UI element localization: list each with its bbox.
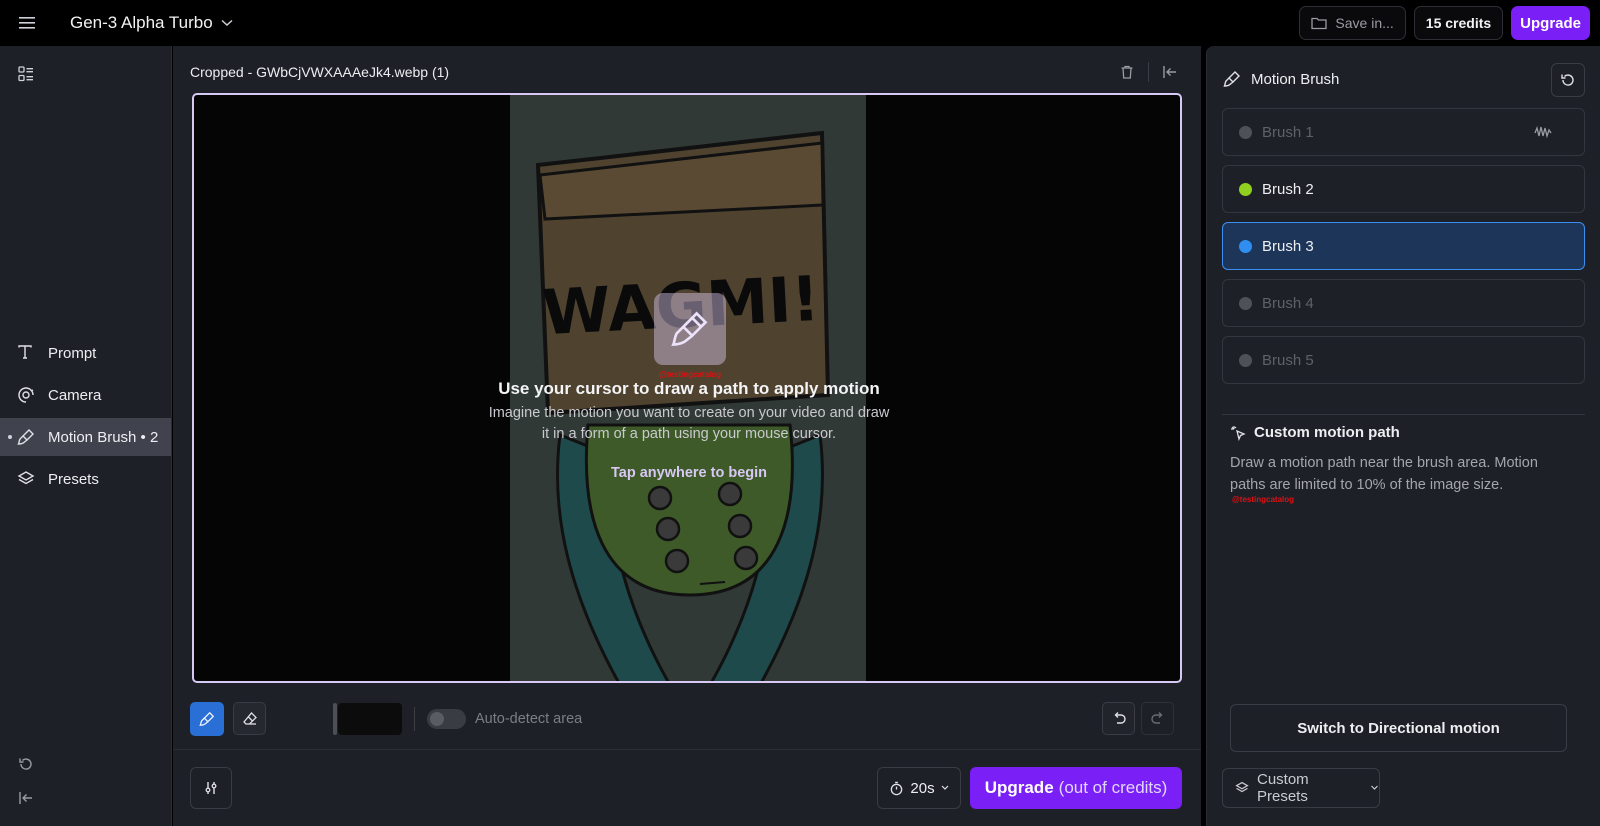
brush-label: Brush 1: [1262, 123, 1314, 141]
brush-color-dot: [1239, 240, 1252, 253]
active-indicator: [8, 435, 12, 439]
generate-upgrade-button[interactable]: Upgrade (out of credits): [970, 767, 1182, 809]
brush-label: Brush 3: [1262, 237, 1314, 255]
custom-motion-header: Custom motion path: [1230, 424, 1400, 441]
redo-icon: [1150, 711, 1166, 727]
file-title: Cropped - GWbCjVWXAAAeJk4.webp (1): [190, 64, 450, 80]
undo-icon: [1111, 711, 1127, 727]
undo-button[interactable]: [1102, 702, 1135, 735]
auto-detect-label: Auto-detect area: [475, 711, 583, 727]
credits-button[interactable]: 15 credits: [1413, 6, 1504, 40]
model-selector[interactable]: Gen-3 Alpha Turbo: [70, 12, 233, 34]
brush-label: Brush 5: [1262, 351, 1314, 369]
timer-icon: [889, 781, 904, 796]
history-icon[interactable]: [18, 756, 36, 774]
camera-icon: [17, 386, 35, 404]
brush-label: Brush 4: [1262, 294, 1314, 312]
brush-item-2[interactable]: Brush 2: [1222, 165, 1585, 213]
sidebar-item-label: Presets: [48, 470, 99, 488]
toggle-knob: [430, 712, 444, 726]
sidebar-item-motion-brush[interactable]: Motion Brush • 2: [0, 418, 171, 456]
reset-button[interactable]: [1551, 63, 1585, 97]
layers-icon: [17, 470, 35, 488]
collapse-sidebar-icon[interactable]: [18, 790, 36, 808]
motion-brush-panel: Motion Brush Brush 1 Brush 2 Brush 3 Bru…: [1206, 46, 1600, 826]
sliders-icon: [203, 780, 219, 796]
redo-button[interactable]: [1141, 702, 1174, 735]
model-name: Gen-3 Alpha Turbo: [70, 13, 213, 32]
sidebar-item-prompt[interactable]: Prompt: [0, 334, 171, 372]
trash-icon[interactable]: [1119, 64, 1135, 80]
auto-detect-toggle[interactable]: [427, 709, 466, 729]
panel-title: Motion Brush: [1251, 70, 1340, 88]
menu-icon[interactable]: [17, 13, 37, 33]
watermark: @testingcatalog: [658, 370, 722, 379]
brush-item-4[interactable]: Brush 4: [1222, 279, 1585, 327]
folder-icon: [1311, 16, 1328, 30]
panel-list-icon[interactable]: [18, 66, 36, 84]
brush-color-dot: [1239, 183, 1252, 196]
generate-sublabel: (out of credits): [1058, 778, 1168, 797]
settings-button[interactable]: [190, 767, 232, 809]
brush-label: Brush 2: [1262, 180, 1314, 198]
reset-icon: [1560, 72, 1576, 88]
sparkle-cursor-icon: [1230, 425, 1246, 441]
overlay-description: Imagine the motion you want to create on…: [488, 405, 890, 442]
sidebar-item-camera[interactable]: Camera: [0, 376, 171, 414]
brush-icon: [199, 711, 215, 727]
sidebar-item-label: Motion Brush • 2: [48, 428, 159, 446]
upgrade-button[interactable]: Upgrade: [1511, 6, 1590, 40]
duration-select[interactable]: 20s: [877, 767, 961, 809]
brush-icon: [1223, 70, 1241, 88]
sidebar-item-presets[interactable]: Presets: [0, 460, 171, 498]
divider: [173, 749, 1201, 750]
overlay-title: Use your cursor to draw a path to apply …: [498, 379, 880, 398]
custom-motion-title: Custom motion path: [1254, 424, 1400, 441]
motion-overlay: @testingcatalog Use your cursor to draw …: [194, 95, 1180, 681]
watermark: @testingcatalog: [1232, 495, 1295, 504]
paintbrush-icon: [654, 293, 726, 365]
sidebar-nav: Prompt Camera Motion Brush • 2 Presets: [0, 334, 171, 502]
brush-item-3[interactable]: Brush 3: [1222, 222, 1585, 270]
divider: [1222, 414, 1585, 415]
tap-to-begin[interactable]: Tap anywhere to begin: [574, 465, 804, 481]
eraser-tool-button[interactable]: [233, 702, 266, 735]
save-in-button[interactable]: Save in...: [1299, 6, 1406, 40]
left-sidebar: Prompt Camera Motion Brush • 2 Presets: [0, 46, 172, 826]
chevron-down-icon: [221, 19, 233, 27]
top-bar: Gen-3 Alpha Turbo Save in... 15 credits …: [0, 0, 1600, 46]
text-icon: [17, 344, 35, 362]
sidebar-item-label: Prompt: [48, 344, 97, 362]
layers-icon: [1235, 781, 1249, 795]
chevron-down-icon: [1370, 785, 1379, 791]
custom-presets-label: Custom Presets: [1257, 771, 1309, 805]
eraser-icon: [242, 711, 258, 727]
brush-list: Brush 1 Brush 2 Brush 3 Brush 4 Brush 5: [1222, 108, 1585, 393]
brush-size-slider[interactable]: [333, 703, 337, 735]
brush-item-5[interactable]: Brush 5: [1222, 336, 1585, 384]
brush-icon: [17, 428, 35, 446]
brush-size-preview: [338, 703, 402, 735]
brush-color-dot: [1239, 126, 1252, 139]
brush-color-dot: [1239, 354, 1252, 367]
drawing-canvas[interactable]: WAGMI! @testingcatalog Use your cursor t…: [192, 93, 1182, 683]
generate-label: Upgrade: [984, 778, 1054, 797]
main-editor: Cropped - GWbCjVWXAAAeJk4.webp (1) WAGMI…: [173, 46, 1201, 826]
collapse-panel-icon[interactable]: [1162, 64, 1178, 80]
brush-color-dot: [1239, 297, 1252, 310]
sidebar-item-label: Camera: [48, 386, 102, 404]
panel-header: Motion Brush: [1223, 70, 1339, 88]
chevron-down-icon: [941, 785, 949, 791]
divider: [1148, 62, 1149, 82]
waveform-icon[interactable]: [1534, 124, 1552, 140]
duration-value: 20s: [910, 779, 935, 797]
custom-presets-button[interactable]: Custom Presets: [1222, 768, 1380, 808]
switch-directional-button[interactable]: Switch to Directional motion: [1230, 704, 1567, 752]
divider: [414, 707, 415, 731]
brush-tool-button[interactable]: [190, 702, 224, 736]
custom-motion-description: Draw a motion path near the brush area. …: [1230, 455, 1538, 493]
save-in-label: Save in...: [1335, 15, 1394, 31]
brush-item-1[interactable]: Brush 1: [1222, 108, 1585, 156]
